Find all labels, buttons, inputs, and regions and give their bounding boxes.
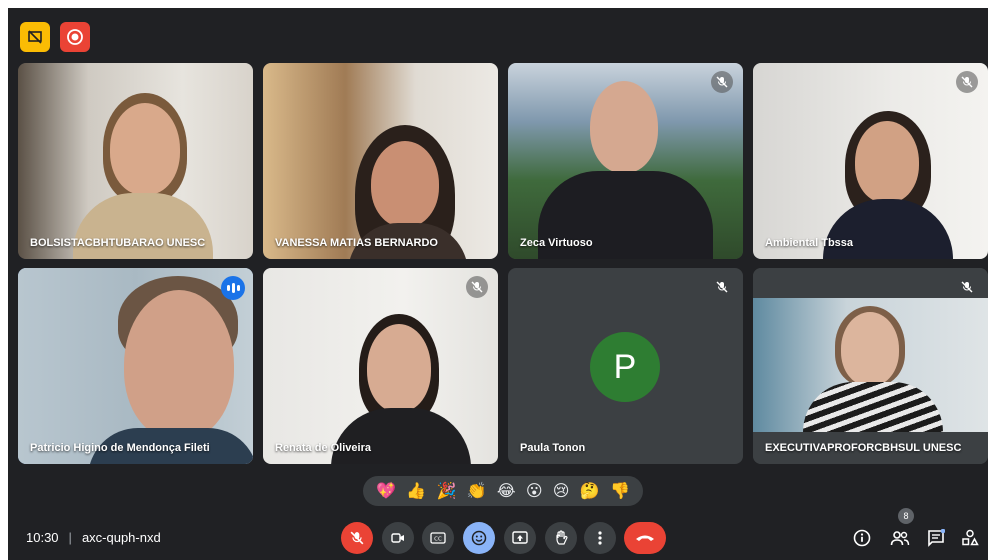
video-grid: BOLSISTACBHTUBARAO UNESC VANESSA MATIAS … (18, 63, 988, 464)
activities-icon (962, 529, 979, 546)
participant-face (371, 141, 439, 227)
divider: | (68, 530, 72, 545)
meeting-info: 10:30 | axc-quph-nxd (26, 530, 161, 545)
participant-name: VANESSA MATIAS BERNARDO (275, 237, 438, 249)
reaction-laugh[interactable]: 😂 (497, 481, 516, 501)
participant-face (855, 121, 919, 203)
activities-button[interactable] (958, 526, 982, 550)
participant-tile[interactable]: Zeca Virtuoso (508, 63, 743, 259)
video-feed (753, 298, 988, 432)
chat-button[interactable] (924, 526, 948, 550)
reaction-thumbs-down[interactable]: 👎 (610, 481, 630, 501)
participant-name: Renata de Oliveira (275, 442, 371, 454)
reaction-clap[interactable]: 👏 (467, 481, 487, 501)
participant-tile-active-speaker[interactable]: Patricio Higino de Mendonça Fileti (18, 268, 253, 464)
participant-tile[interactable]: BOLSISTACBHTUBARAO UNESC (18, 63, 253, 259)
mic-off-icon (471, 281, 483, 293)
people-button[interactable] (888, 526, 912, 550)
raise-hand-icon (556, 530, 568, 545)
reaction-sad[interactable]: 😢 (553, 481, 570, 501)
mic-off-icon (961, 76, 973, 88)
participant-face (124, 290, 234, 440)
participant-name: Patricio Higino de Mendonça Fileti (30, 442, 210, 454)
reaction-surprised[interactable]: 😮 (526, 481, 543, 501)
camera-toggle-button[interactable] (382, 522, 414, 554)
meeting-details-button[interactable] (850, 526, 874, 550)
participant-tile[interactable]: P Paula Tonon (508, 268, 743, 464)
bottom-control-bar: 10:30 | axc-quph-nxd CC 8 (8, 508, 988, 560)
participant-tile[interactable]: EXECUTIVAPROFORCBHSUL UNESC (753, 268, 988, 464)
participant-name: Ambiental Tbssa (765, 237, 854, 249)
people-icon (890, 531, 910, 546)
reaction-thumbs-up[interactable]: 👍 (406, 481, 426, 501)
mic-off-icon (716, 76, 728, 88)
participant-avatar: P (590, 332, 660, 402)
mic-toggle-button[interactable] (341, 522, 373, 554)
chat-icon (928, 529, 945, 547)
participant-tile[interactable]: Renata de Oliveira (263, 268, 498, 464)
more-options-icon (598, 531, 602, 545)
raise-hand-button[interactable] (545, 522, 577, 554)
emoji-icon (471, 530, 487, 546)
muted-indicator (466, 276, 488, 298)
emoji-reactions-button[interactable] (463, 522, 495, 554)
participant-name: BOLSISTACBHTUBARAO UNESC (30, 237, 206, 249)
mic-off-icon (350, 531, 364, 545)
recording-icon[interactable] (60, 22, 90, 52)
meeting-code: axc-quph-nxd (81, 530, 161, 545)
muted-indicator (711, 71, 733, 93)
reaction-thinking[interactable]: 🤔 (580, 481, 600, 501)
participant-name: EXECUTIVAPROFORCBHSUL UNESC (765, 442, 962, 454)
leave-call-icon (636, 535, 654, 541)
participant-name: Paula Tonon (520, 442, 586, 454)
present-icon (512, 531, 528, 544)
reaction-heart[interactable]: 💖 (376, 481, 396, 501)
present-screen-button[interactable] (504, 522, 536, 554)
muted-indicator (711, 276, 733, 298)
camera-icon (391, 533, 404, 543)
meet-stage: BOLSISTACBHTUBARAO UNESC VANESSA MATIAS … (8, 8, 988, 560)
reaction-party[interactable]: 🎉 (437, 481, 457, 501)
participant-face (367, 324, 431, 412)
mic-off-icon (961, 281, 973, 293)
participant-tile[interactable]: Ambiental Tbssa (753, 63, 988, 259)
svg-text:CC: CC (434, 537, 442, 543)
speaking-indicator (221, 276, 245, 300)
participant-face (590, 81, 658, 173)
reactions-bar: 💖 👍 🎉 👏 😂 😮 😢 🤔 👎 (363, 476, 643, 506)
more-options-button[interactable] (584, 522, 616, 554)
participant-face (110, 103, 180, 195)
meeting-time: 10:30 (26, 530, 59, 545)
participant-face (841, 312, 899, 386)
participant-tile[interactable]: VANESSA MATIAS BERNARDO (263, 63, 498, 259)
leave-call-button[interactable] (624, 522, 666, 554)
captions-button[interactable]: CC (422, 522, 454, 554)
muted-indicator (956, 276, 978, 298)
participant-name: Zeca Virtuoso (520, 237, 593, 249)
captions-icon: CC (430, 532, 446, 544)
info-icon (853, 529, 871, 547)
screen-share-off-icon[interactable] (20, 22, 50, 52)
participant-count-badge: 8 (898, 508, 914, 524)
mic-off-icon (716, 281, 728, 293)
muted-indicator (956, 71, 978, 93)
